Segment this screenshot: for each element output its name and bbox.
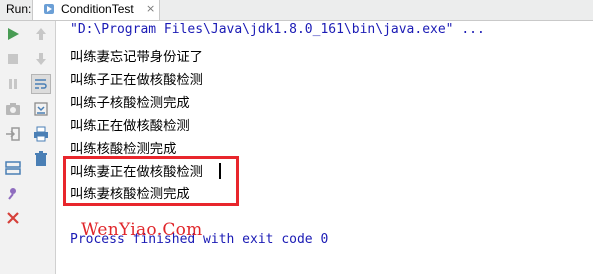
output-line: 叫练正在做核酸检测 xyxy=(70,119,190,134)
print-button[interactable] xyxy=(31,124,51,144)
exit-button[interactable] xyxy=(3,124,23,144)
pause-icon xyxy=(9,79,17,89)
pause-button[interactable] xyxy=(3,74,23,94)
close-run-button[interactable] xyxy=(3,208,23,228)
camera-icon xyxy=(6,103,20,115)
highlight-annotation-box xyxy=(63,156,239,206)
stop-button[interactable] xyxy=(3,49,23,69)
tab-title: ConditionTest xyxy=(61,2,134,16)
trash-icon xyxy=(35,151,47,166)
pin-button[interactable] xyxy=(3,183,23,203)
command-line: "D:\Program Files\Java\jdk1.8.0_161\bin\… xyxy=(70,22,485,37)
clear-all-button[interactable] xyxy=(31,149,51,169)
stop-icon xyxy=(8,54,18,64)
tab-condition-test[interactable]: ConditionTest × xyxy=(32,0,160,20)
dump-threads-button[interactable] xyxy=(3,99,23,119)
run-toolbar-secondary xyxy=(27,21,56,274)
up-button[interactable] xyxy=(31,24,51,44)
print-icon xyxy=(34,126,48,142)
soft-wrap-icon xyxy=(35,79,47,89)
down-button[interactable] xyxy=(31,49,51,69)
arrow-up-icon xyxy=(36,28,46,40)
soft-wrap-button[interactable] xyxy=(31,74,51,94)
output-line: 叫练妻忘记带身份证了 xyxy=(70,50,203,65)
output-line: 叫练子正在做核酸检测 xyxy=(70,73,203,88)
run-tabbar: Run: ConditionTest × xyxy=(0,0,593,21)
output-line: 叫练核酸检测完成 xyxy=(70,142,177,157)
layout-button[interactable] xyxy=(3,158,23,178)
text-cursor xyxy=(219,163,221,179)
pin-icon xyxy=(8,188,16,200)
arrow-down-icon xyxy=(36,53,46,65)
exit-icon xyxy=(6,127,20,141)
scroll-end-icon xyxy=(34,102,48,116)
watermark: WenYiao.Com xyxy=(81,220,203,240)
run-label: Run: xyxy=(6,2,32,16)
run-config-icon xyxy=(44,4,54,14)
close-icon[interactable]: × xyxy=(146,2,155,15)
close-red-icon xyxy=(7,212,19,224)
scroll-to-end-button[interactable] xyxy=(31,99,51,119)
output-line: 叫练子核酸检测完成 xyxy=(70,96,190,111)
play-icon xyxy=(8,28,19,40)
run-toolbar-primary xyxy=(0,21,28,274)
rerun-button[interactable] xyxy=(3,24,23,44)
layout-icon xyxy=(5,161,21,175)
